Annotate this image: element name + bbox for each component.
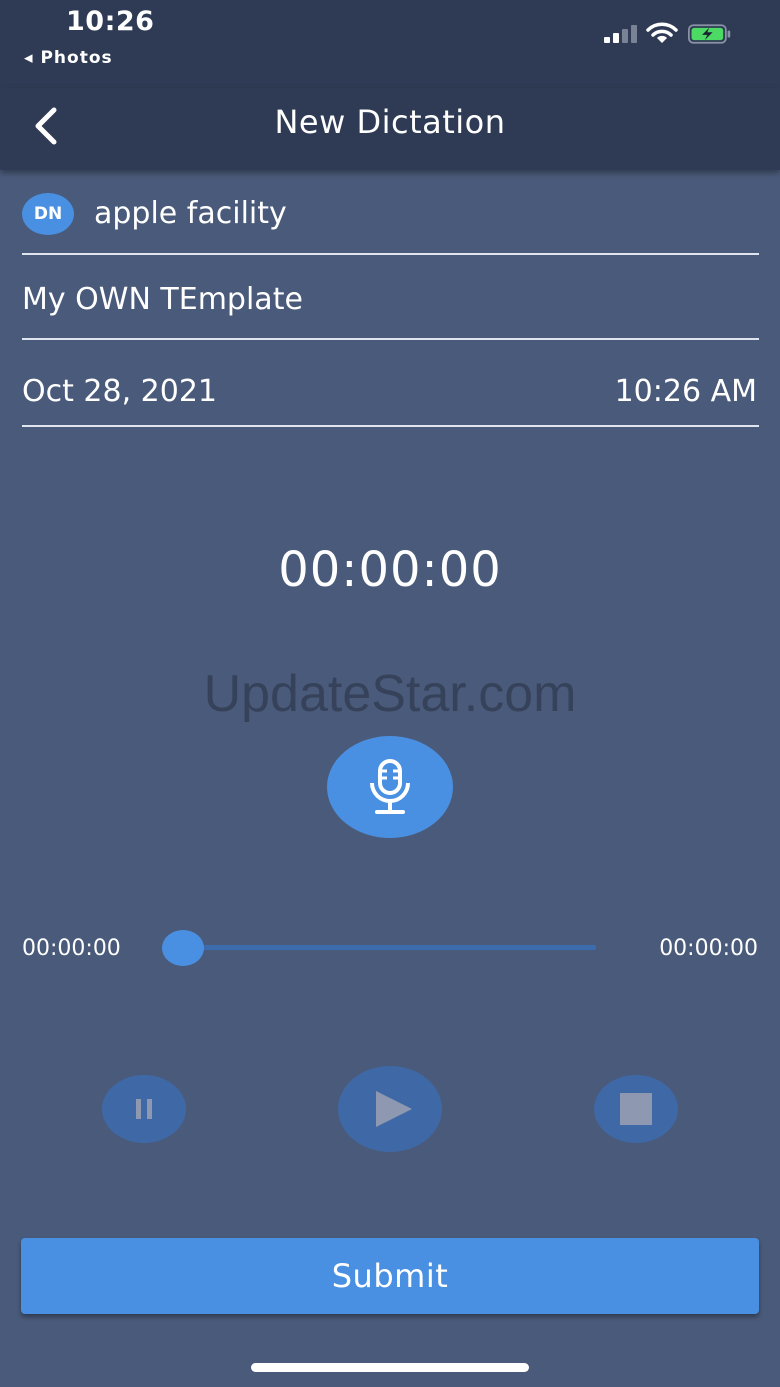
battery-charging-icon — [688, 24, 731, 44]
wifi-icon — [646, 22, 678, 43]
facility-value: apple facility — [94, 196, 287, 231]
submit-button[interactable]: Submit — [21, 1238, 759, 1314]
facility-field[interactable]: DN apple facility — [22, 186, 759, 255]
playback-slider-track[interactable] — [183, 945, 596, 950]
template-value: My OWN TEmplate — [22, 282, 303, 317]
record-button[interactable] — [327, 736, 453, 838]
pause-button[interactable] — [102, 1075, 186, 1143]
facility-badge: DN — [22, 193, 74, 235]
home-indicator[interactable] — [251, 1363, 529, 1372]
date-time-field[interactable]: Oct 28, 2021 10:26 AM — [22, 366, 759, 427]
time-value: 10:26 AM — [614, 374, 757, 409]
play-button[interactable] — [338, 1066, 442, 1152]
navigation-bar: New Dictation — [0, 88, 780, 170]
return-to-photos-link[interactable]: ◂ Photos — [24, 48, 113, 68]
duration-time: 00:00:00 — [659, 936, 758, 961]
cellular-signal-icon — [604, 25, 638, 43]
elapsed-time: 00:00:00 — [22, 936, 121, 961]
pause-icon — [136, 1099, 152, 1119]
play-icon — [376, 1091, 412, 1127]
status-bar: 10:26 ◂ Photos — [0, 0, 780, 88]
template-field[interactable]: My OWN TEmplate — [22, 272, 759, 340]
date-value: Oct 28, 2021 — [22, 374, 217, 409]
status-time: 10:26 — [66, 6, 155, 37]
stop-button[interactable] — [594, 1075, 678, 1143]
watermark: UpdateStar.com — [203, 665, 577, 723]
playback-slider-thumb[interactable] — [162, 930, 204, 966]
page-title: New Dictation — [274, 103, 506, 141]
recording-timer: 00:00:00 — [278, 542, 502, 598]
stop-icon — [620, 1093, 652, 1125]
microphone-icon — [370, 759, 410, 814]
